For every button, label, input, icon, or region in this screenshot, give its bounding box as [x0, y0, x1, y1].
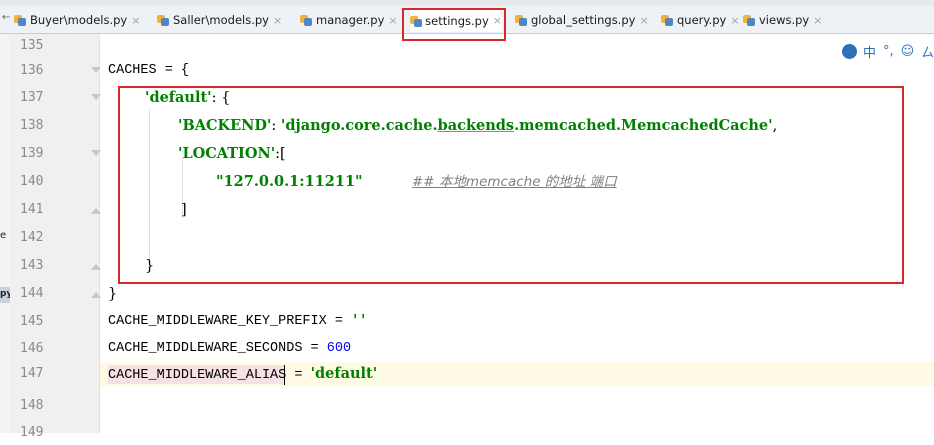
code-punct: = — [302, 341, 327, 356]
line-number: 148 — [20, 398, 44, 413]
tab-buyer-models[interactable]: Buyer\models.py × — [14, 9, 140, 31]
code-text: } — [108, 286, 118, 302]
tab-manager[interactable]: manager.py × — [300, 9, 398, 31]
code-line[interactable]: 136 CACHES = { — [0, 59, 934, 83]
default-cache-highlight — [118, 86, 904, 284]
fold-end-icon[interactable] — [91, 289, 101, 299]
close-tab-icon[interactable]: × — [730, 14, 739, 27]
ime-more-icon[interactable]: ㄙ — [921, 42, 934, 61]
line-number: 145 — [20, 314, 44, 329]
tab-saller-models[interactable]: Saller\models.py × — [157, 9, 282, 31]
line-number: 147 — [20, 366, 44, 381]
python-file-icon — [300, 14, 312, 26]
tab-label: manager.py — [316, 13, 385, 27]
tab-query[interactable]: query.py × — [661, 9, 740, 31]
string-literal: '' — [351, 314, 368, 329]
code-line[interactable]: 148 — [0, 394, 934, 418]
line-number: 146 — [20, 341, 44, 356]
tab-views[interactable]: views.py × — [743, 9, 822, 31]
line-number: 149 — [20, 425, 44, 440]
tab-label: query.py — [677, 13, 727, 27]
line-number: 142 — [20, 230, 44, 245]
python-file-icon — [14, 14, 26, 26]
identifier: CACHE_MIDDLEWARE_SECONDS — [108, 341, 303, 356]
fold-marker-icon[interactable] — [91, 66, 101, 76]
code-text: CACHES = { — [108, 63, 190, 78]
line-number: 137 — [20, 90, 44, 105]
fold-marker-icon[interactable] — [91, 149, 101, 159]
line-number: 141 — [20, 202, 44, 217]
line-number: 135 — [20, 38, 44, 53]
python-file-icon — [661, 14, 673, 26]
code-text: CACHE_MIDDLEWARE_SECONDS = 600 — [108, 337, 351, 361]
code-text: CACHE_MIDDLEWARE_ALIAS = 'default' — [108, 362, 377, 388]
close-tab-icon[interactable]: × — [639, 14, 648, 27]
tab-global-settings[interactable]: global_settings.py × — [515, 9, 649, 31]
code-line[interactable]: 144 } — [0, 282, 934, 306]
fold-marker-icon[interactable] — [91, 93, 101, 103]
code-punct: = — [326, 314, 352, 329]
identifier: CACHE_MIDDLEWARE_KEY_PREFIX — [108, 314, 327, 329]
code-line[interactable]: 149 — [0, 421, 934, 445]
string-literal: 'default' — [310, 365, 378, 382]
line-number: 144 — [20, 286, 44, 301]
tab-label: Buyer\models.py — [30, 13, 128, 27]
tab-label: views.py — [759, 13, 810, 27]
python-file-icon — [157, 14, 169, 26]
fold-end-icon[interactable] — [91, 205, 101, 215]
text-caret — [284, 365, 285, 385]
code-line[interactable]: 135 — [0, 34, 934, 58]
python-file-icon — [515, 14, 527, 26]
ime-emoji-icon[interactable]: ☺ — [901, 44, 915, 59]
line-number: 139 — [20, 146, 44, 161]
line-number: 136 — [20, 63, 44, 78]
code-punct: = — [286, 368, 311, 383]
tab-label: Saller\models.py — [173, 13, 269, 27]
number-literal: 600 — [326, 341, 352, 356]
python-file-icon — [743, 14, 755, 26]
tab-label: global_settings.py — [531, 13, 636, 27]
fold-end-icon[interactable] — [91, 261, 101, 271]
identifier: CACHE_MIDDLEWARE_AL — [108, 368, 262, 383]
ime-chinese-toggle[interactable]: 中 — [863, 42, 876, 61]
code-line[interactable]: 145 CACHE_MIDDLEWARE_KEY_PREFIX = '' — [0, 310, 934, 334]
code-text: CACHE_MIDDLEWARE_KEY_PREFIX = '' — [108, 310, 367, 334]
code-line[interactable]: 146 CACHE_MIDDLEWARE_SECONDS = 600 — [0, 337, 934, 361]
close-tab-icon[interactable]: × — [813, 14, 822, 27]
ime-logo-icon[interactable] — [842, 43, 857, 59]
line-number: 143 — [20, 258, 44, 273]
ime-toolbar[interactable]: 中 °, ☺ ㄙ — [842, 40, 934, 62]
ime-punct-toggle[interactable]: °, — [883, 44, 894, 59]
identifier: IAS — [261, 368, 287, 383]
line-number: 138 — [20, 118, 44, 133]
code-line[interactable]: 147 CACHE_MIDDLEWARE_ALIAS = 'default' — [0, 362, 934, 386]
close-tab-icon[interactable]: × — [131, 14, 140, 27]
line-number: 140 — [20, 174, 44, 189]
close-tab-icon[interactable]: × — [388, 14, 397, 27]
close-tab-icon[interactable]: × — [273, 14, 282, 27]
scroll-left-icon[interactable]: ← — [2, 12, 10, 23]
toolbar-strip — [0, 0, 934, 6]
